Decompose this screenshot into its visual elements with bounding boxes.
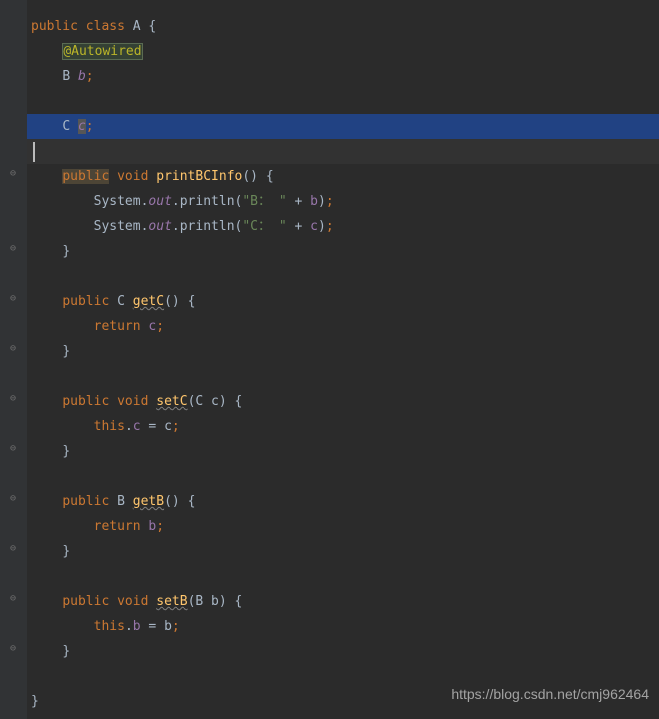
code-editor[interactable]: ⊖ ⊖ ⊖ ⊖ ⊖ ⊖ ⊖ ⊖ ⊖ ⊖ public class A { @Au… [0, 0, 659, 719]
code-line: return b; [27, 514, 659, 539]
code-line: public C getC() { [27, 289, 659, 314]
code-line: System.out.println("C： " + c); [27, 214, 659, 239]
code-line: public void setC(C c) { [27, 389, 659, 414]
code-line: B b; [27, 64, 659, 89]
code-line: System.out.println("B： " + b); [27, 189, 659, 214]
code-line: public void printBCInfo() { [27, 164, 659, 189]
code-line: } [27, 539, 659, 564]
code-line: public B getB() { [27, 489, 659, 514]
code-line: this.b = b; [27, 614, 659, 639]
fold-icon[interactable]: ⊖ [6, 292, 20, 306]
code-line [27, 564, 659, 589]
code-line: } [27, 639, 659, 664]
fold-icon[interactable]: ⊖ [6, 442, 20, 456]
code-line: return c; [27, 314, 659, 339]
code-line: @Autowired [27, 39, 659, 64]
caret-icon [33, 142, 35, 162]
fold-icon[interactable]: ⊖ [6, 167, 20, 181]
code-line: } [27, 339, 659, 364]
fold-icon[interactable]: ⊖ [6, 242, 20, 256]
code-line [27, 464, 659, 489]
fold-icon[interactable]: ⊖ [6, 642, 20, 656]
gutter: ⊖ ⊖ ⊖ ⊖ ⊖ ⊖ ⊖ ⊖ ⊖ ⊖ [0, 0, 27, 719]
code-area[interactable]: public class A { @Autowired B b; C c; pu… [27, 0, 659, 719]
code-line: this.c = c; [27, 414, 659, 439]
fold-icon[interactable]: ⊖ [6, 392, 20, 406]
fold-icon[interactable]: ⊖ [6, 492, 20, 506]
code-line: } [27, 239, 659, 264]
watermark: https://blog.csdn.net/cmj962464 [451, 682, 649, 707]
fold-icon[interactable]: ⊖ [6, 342, 20, 356]
code-line [27, 139, 659, 164]
code-line [27, 89, 659, 114]
fold-icon[interactable]: ⊖ [6, 592, 20, 606]
code-line: C c; [27, 114, 659, 139]
code-line [27, 264, 659, 289]
code-line: } [27, 439, 659, 464]
code-line [27, 364, 659, 389]
code-line: public void setB(B b) { [27, 589, 659, 614]
code-line: public class A { [27, 14, 659, 39]
fold-icon[interactable]: ⊖ [6, 542, 20, 556]
